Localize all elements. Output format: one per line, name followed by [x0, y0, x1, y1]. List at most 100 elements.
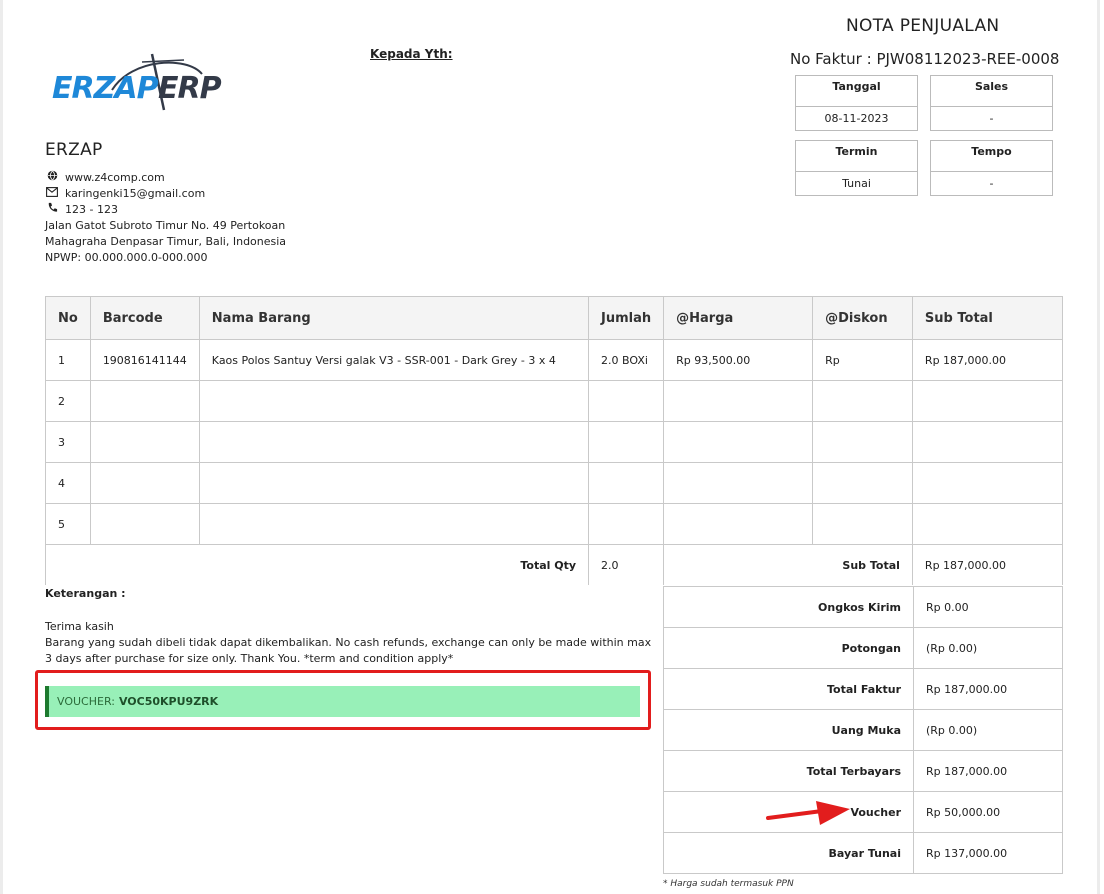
cell-sub-total: Rp 187,000.00	[911, 339, 1064, 381]
cell-no: 5	[45, 503, 91, 545]
tempo-box: Tempo -	[930, 140, 1053, 196]
potongan-label: Potongan	[663, 627, 914, 669]
table-row: 1 190816141144 Kaos Polos Santuy Versi g…	[45, 339, 1064, 381]
cell-jumlah	[588, 380, 665, 422]
cell-diskon: Rp	[812, 339, 913, 381]
cell-sub-total	[911, 462, 1064, 504]
tanggal-label: Tanggal	[796, 76, 917, 107]
email-text: karingenki15@gmail.com	[65, 187, 206, 200]
cell-barcode	[89, 380, 200, 422]
cell-harga	[663, 462, 814, 504]
cell-jumlah: 2.0 BOXi	[588, 339, 665, 381]
cell-nama-barang	[198, 503, 590, 545]
ppn-footnote: * Harga sudah termasuk PPN	[663, 879, 794, 889]
tanggal-box: Tanggal 08-11-2023	[795, 75, 918, 131]
kepada-label: Kepada Yth:	[370, 47, 453, 61]
cell-harga	[663, 380, 814, 422]
cell-diskon	[812, 421, 913, 463]
termin-box: Termin Tunai	[795, 140, 918, 196]
cell-barcode	[89, 421, 200, 463]
phone-icon	[45, 202, 59, 218]
cell-barcode	[89, 503, 200, 545]
invoice-number: No Faktur : PJW08112023-REE-0008	[790, 50, 1060, 68]
items-table: No Barcode Nama Barang Jumlah @Harga @Di…	[44, 296, 1064, 585]
cell-barcode: 190816141144	[89, 339, 200, 381]
col-header-nama-barang: Nama Barang	[198, 296, 590, 340]
cell-jumlah	[588, 503, 665, 545]
col-header-jumlah: Jumlah	[588, 296, 665, 340]
cell-jumlah	[588, 421, 665, 463]
col-header-sub-total: Sub Total	[911, 296, 1064, 340]
sales-value: -	[989, 112, 994, 125]
cell-sub-total	[911, 421, 1064, 463]
sales-label: Sales	[931, 76, 1052, 107]
table-row: 4	[45, 462, 1064, 504]
voucher-box: VOUCHER: VOC50KPU9ZRK	[45, 686, 640, 717]
summary-row: Total Faktur Rp 187,000.00	[663, 668, 1063, 710]
cell-diskon	[812, 462, 913, 504]
total-terbayars-value: Rp 187,000.00	[913, 750, 1063, 792]
envelope-icon	[45, 186, 59, 202]
company-address-line2: Mahagraha Denpasar Timur, Bali, Indonesi…	[45, 235, 287, 248]
logo-text-erzap: ERZAP	[52, 71, 159, 106]
voucher-label: VOUCHER:	[57, 695, 115, 708]
cell-sub-total	[911, 380, 1064, 422]
cell-nama-barang: Kaos Polos Santuy Versi galak V3 - SSR-0…	[198, 339, 590, 381]
bayar-tunai-label: Bayar Tunai	[663, 832, 914, 874]
company-address-line1: Jalan Gatot Subroto Timur No. 49 Pertoko…	[45, 219, 286, 232]
keterangan-line2: Barang yang sudah dibeli tidak dapat dik…	[45, 636, 652, 665]
logo-text-erp: ERP	[158, 71, 222, 106]
table-row: 3	[45, 421, 1064, 463]
table-row: 2	[45, 380, 1064, 422]
ongkos-kirim-label: Ongkos Kirim	[663, 586, 914, 628]
total-qty-value: 2.0	[588, 544, 665, 585]
cell-sub-total	[911, 503, 1064, 545]
keterangan-text: Terima kasih Barang yang sudah dibeli ti…	[45, 619, 655, 667]
voucher-code: VOC50KPU9ZRK	[118, 695, 219, 708]
cell-nama-barang	[198, 462, 590, 504]
company-npwp: NPWP: 00.000.000.0-000.000	[45, 251, 208, 264]
cell-no: 2	[45, 380, 91, 422]
keterangan-label: Keterangan :	[45, 587, 126, 600]
voucher-summary-value: Rp 50,000.00	[913, 791, 1063, 833]
col-header-barcode: Barcode	[89, 296, 200, 340]
total-faktur-value: Rp 187,000.00	[913, 668, 1063, 710]
col-header-no: No	[45, 296, 91, 340]
cell-barcode	[89, 462, 200, 504]
company-name: ERZAP	[45, 140, 103, 160]
potongan-value: (Rp 0.00)	[913, 627, 1063, 669]
termin-value: Tunai	[842, 177, 871, 190]
summary-row: Potongan (Rp 0.00)	[663, 627, 1063, 669]
tempo-label: Tempo	[931, 141, 1052, 172]
cell-harga: Rp 93,500.00	[663, 339, 814, 381]
cell-diskon	[812, 503, 913, 545]
cell-harga	[663, 503, 814, 545]
cell-harga	[663, 421, 814, 463]
sub-total-value: Rp 187,000.00	[911, 544, 1064, 585]
sub-total-label: Sub Total	[663, 544, 913, 585]
ongkos-kirim-value: Rp 0.00	[913, 586, 1063, 628]
uang-muka-label: Uang Muka	[663, 709, 914, 751]
summary-table: Ongkos Kirim Rp 0.00 Potongan (Rp 0.00) …	[663, 586, 1063, 874]
termin-label: Termin	[796, 141, 917, 172]
cell-no: 4	[45, 462, 91, 504]
red-arrow-annotation	[766, 801, 850, 825]
table-header-row: No Barcode Nama Barang Jumlah @Harga @Di…	[45, 296, 1064, 340]
col-header-diskon: @Diskon	[812, 296, 913, 340]
sales-box: Sales -	[930, 75, 1053, 131]
keterangan-line1: Terima kasih	[45, 620, 114, 633]
total-qty-label: Total Qty	[44, 544, 590, 585]
phone-text: 123 - 123	[65, 203, 118, 216]
summary-row: Voucher Rp 50,000.00	[663, 791, 1063, 833]
tanggal-value: 08-11-2023	[824, 112, 889, 125]
document-title: NOTA PENJUALAN	[846, 16, 1000, 36]
company-email: karingenki15@gmail.com	[45, 186, 205, 202]
cell-nama-barang	[198, 421, 590, 463]
bayar-tunai-value: Rp 137,000.00	[913, 832, 1063, 874]
cell-jumlah	[588, 462, 665, 504]
website-text: www.z4comp.com	[65, 171, 165, 184]
totals-row: Total Qty 2.0 Sub Total Rp 187,000.00	[44, 544, 1064, 585]
summary-row: Total Terbayars Rp 187,000.00	[663, 750, 1063, 792]
summary-row: Ongkos Kirim Rp 0.00	[663, 586, 1063, 628]
table-row: 5	[45, 503, 1064, 545]
